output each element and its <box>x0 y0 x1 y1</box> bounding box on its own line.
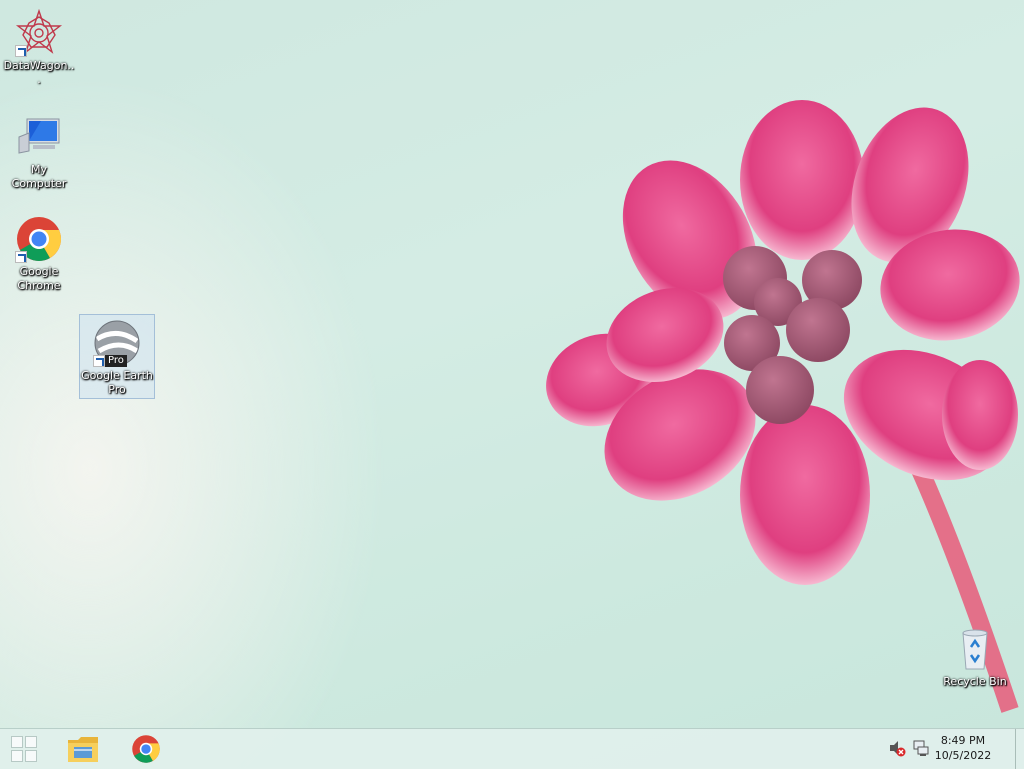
desktop-icon-google-chrome[interactable]: Google Chrome <box>1 210 77 294</box>
desktop: DataWagon... My Computer Google Chrome P… <box>0 0 1024 728</box>
desktop-icon-label: DataWagon... <box>3 59 75 86</box>
desktop-icon-datawagon[interactable]: DataWagon... <box>1 4 77 88</box>
shortcut-arrow-icon <box>15 45 27 57</box>
desktop-icon-recycle-bin[interactable]: Recycle Bin <box>937 620 1013 690</box>
taskbar-file-explorer[interactable] <box>54 729 112 769</box>
desktop-icon-label: Google Chrome <box>17 265 61 292</box>
taskbar-clock[interactable]: 8:49 PM 10/5/2022 <box>928 733 998 763</box>
google-earth-pro-icon: Pro <box>93 319 141 367</box>
shortcut-arrow-icon <box>15 251 27 263</box>
computer-monitor-icon <box>15 113 63 161</box>
windows-start-icon <box>11 736 37 762</box>
desktop-icon-label: Google Earth Pro <box>81 369 153 396</box>
desktop-icon-label: My Computer <box>11 163 67 190</box>
clock-time: 8:49 PM <box>940 734 986 747</box>
desktop-icon-google-earth-pro[interactable]: Pro Google Earth Pro <box>79 314 155 399</box>
taskbar-chrome[interactable] <box>117 729 175 769</box>
clock-date: 10/5/2022 <box>934 749 992 762</box>
taskbar: 8:49 PM 10/5/2022 <box>0 728 1024 769</box>
chrome-icon <box>15 215 63 263</box>
desktop-icon-label: Recycle Bin <box>943 675 1007 688</box>
recycle-bin-icon <box>951 625 999 673</box>
chrome-icon <box>132 735 160 763</box>
start-button[interactable] <box>0 729 48 769</box>
datawagon-star-icon <box>15 8 63 57</box>
desktop-icon-my-computer[interactable]: My Computer <box>1 108 77 192</box>
shortcut-arrow-icon <box>93 355 105 367</box>
pro-badge: Pro <box>105 355 127 367</box>
volume-muted-icon[interactable] <box>888 739 906 757</box>
file-explorer-icon <box>68 737 98 762</box>
show-desktop-button[interactable] <box>1015 729 1024 769</box>
